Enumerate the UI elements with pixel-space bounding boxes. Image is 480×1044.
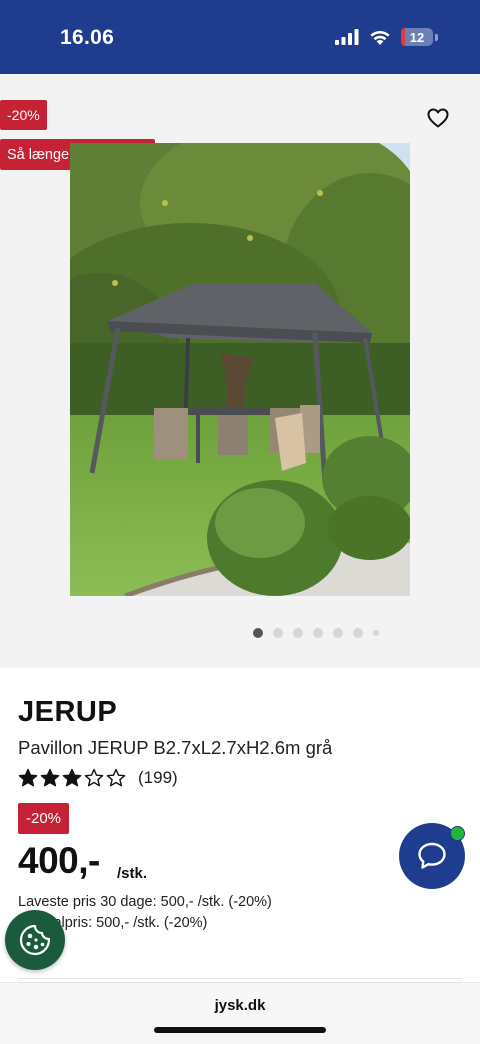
carousel-dot[interactable] <box>293 628 303 638</box>
battery-icon: 12 <box>401 28 433 46</box>
product-brand: JERUP <box>18 696 118 728</box>
star-filled-icon <box>62 768 82 787</box>
carousel-dot[interactable] <box>253 628 263 638</box>
product-name: Pavillon JERUP B2.7xL2.7xH2.6m grå <box>18 737 333 758</box>
star-filled-icon <box>40 768 60 787</box>
signal-icon <box>335 29 359 45</box>
carousel-dot[interactable] <box>313 628 323 638</box>
rating-count[interactable]: (199) <box>138 768 178 788</box>
url-label[interactable]: jysk.dk <box>0 997 480 1014</box>
product-gallery[interactable]: -20% Så længe lager haves <box>0 74 480 668</box>
divider <box>18 978 462 979</box>
carousel-dot[interactable] <box>373 630 379 636</box>
carousel-dot[interactable] <box>273 628 283 638</box>
online-indicator <box>450 826 465 841</box>
star-empty-icon <box>84 768 104 787</box>
browser-bottom-bar: jysk.dk <box>0 982 480 1044</box>
star-filled-icon <box>18 768 38 787</box>
cookie-settings-button[interactable] <box>5 910 65 970</box>
star-empty-icon <box>106 768 126 787</box>
discount-badge: -20% <box>0 100 47 130</box>
price-discount-badge: -20% <box>18 803 70 834</box>
price-unit: /stk. <box>117 865 148 882</box>
heart-outline-icon[interactable] <box>426 106 450 130</box>
chat-bubble-icon <box>418 842 446 869</box>
carousel-dots[interactable] <box>0 628 480 638</box>
status-time: 16.06 <box>60 26 115 49</box>
battery-level: 12 <box>409 29 425 45</box>
product-rating[interactable]: (199) <box>18 768 178 788</box>
battery-tip <box>435 33 438 41</box>
wifi-icon <box>370 30 390 45</box>
carousel-dot[interactable] <box>353 628 363 638</box>
status-icons: 12 <box>335 28 438 46</box>
carousel-dot[interactable] <box>333 628 343 638</box>
chat-button[interactable] <box>399 823 465 889</box>
lowest-price-30-days: Laveste pris 30 dage: 500,- /stk. (-20%) <box>18 894 272 910</box>
product-image[interactable] <box>70 143 410 596</box>
product-price: 400,- <box>18 840 100 881</box>
cookie-icon <box>19 924 51 956</box>
status-bar: 16.06 12 <box>0 0 480 74</box>
home-indicator[interactable] <box>154 1027 326 1033</box>
